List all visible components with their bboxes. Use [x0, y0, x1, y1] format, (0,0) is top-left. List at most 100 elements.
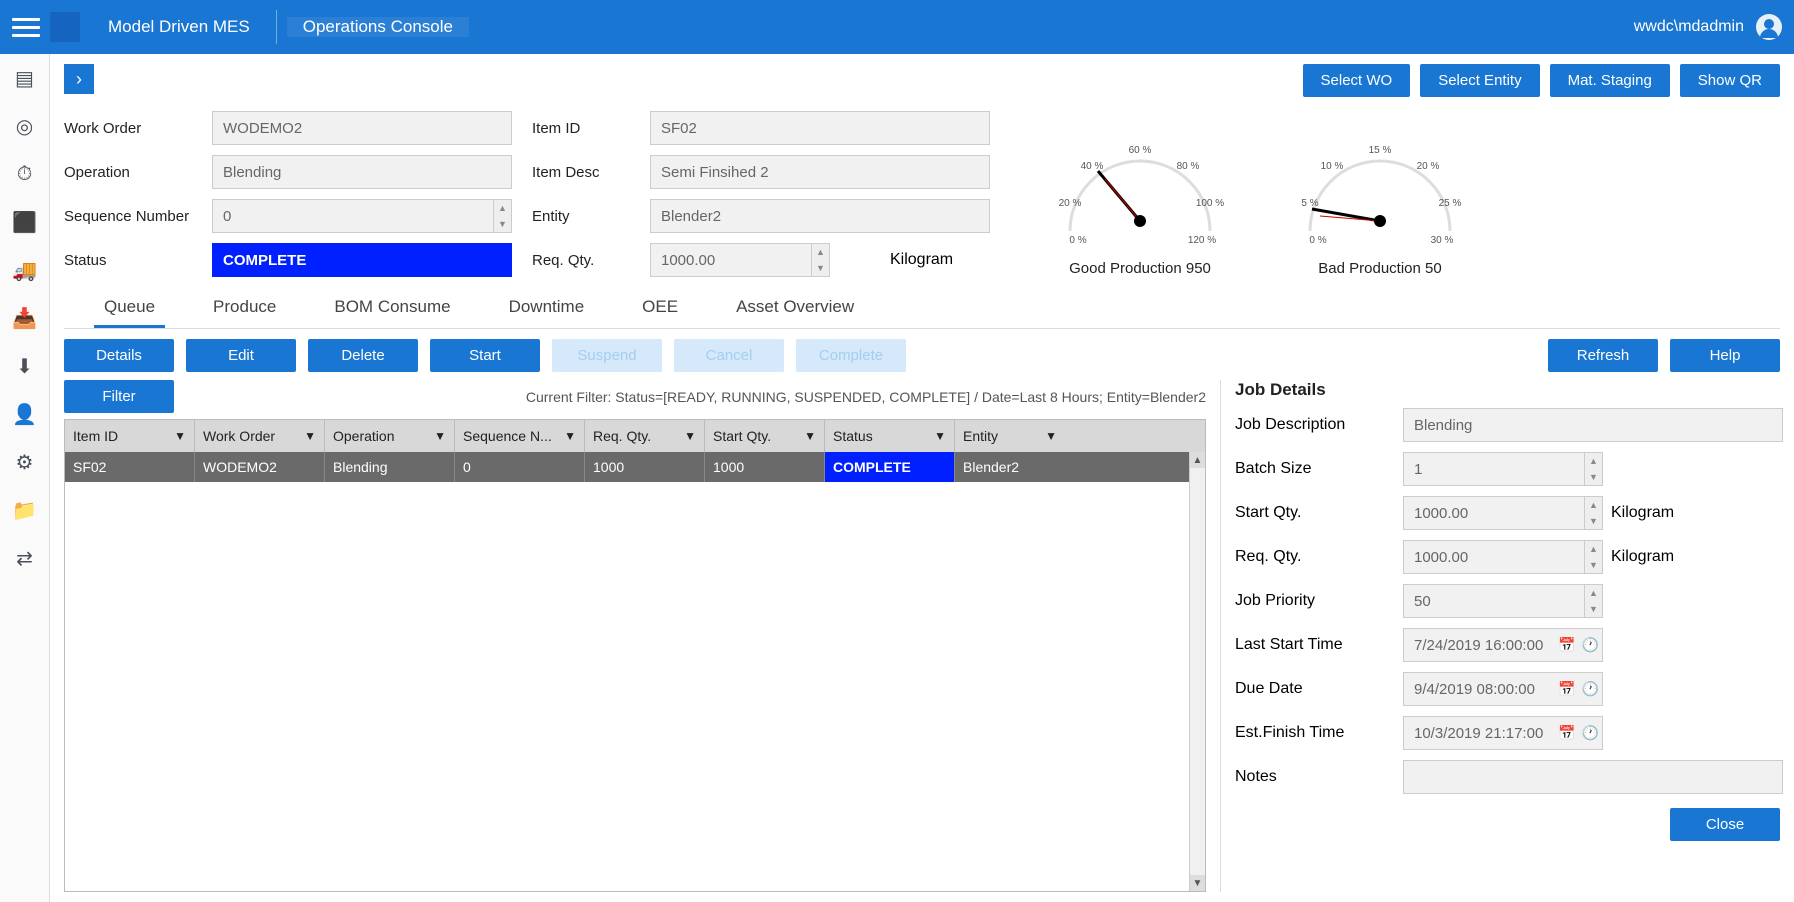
up-icon[interactable]: ▲ [1584, 541, 1602, 557]
scroll-up-icon[interactable]: ▲ [1190, 452, 1205, 468]
tab-queue[interactable]: Queue [94, 289, 165, 328]
svg-text:60 %: 60 % [1129, 145, 1152, 156]
rail-receive-icon[interactable]: 📥 [13, 306, 37, 330]
status-label: Status [64, 252, 204, 269]
rail-flow-icon[interactable]: ⇄ [13, 546, 37, 570]
work-order-input[interactable] [212, 111, 512, 145]
clock-icon[interactable]: 🕐 [1582, 637, 1599, 654]
job-desc-input[interactable] [1403, 408, 1783, 442]
rail-target-icon[interactable]: ◎ [13, 114, 37, 138]
select-entity-button[interactable]: Select Entity [1420, 64, 1539, 97]
down-icon[interactable]: ▼ [1584, 601, 1602, 617]
user-icon[interactable] [1756, 14, 1782, 40]
delete-button[interactable]: Delete [308, 339, 418, 372]
tab-bom[interactable]: BOM Consume [324, 289, 460, 328]
cell-start-qty: 1000 [705, 452, 825, 482]
start-button[interactable]: Start [430, 339, 540, 372]
edit-button[interactable]: Edit [186, 339, 296, 372]
filter-icon[interactable]: ▼ [564, 429, 576, 443]
cell-item-id: SF02 [65, 452, 195, 482]
close-button[interactable]: Close [1670, 808, 1780, 841]
tab-downtime[interactable]: Downtime [499, 289, 595, 328]
cell-work-order: WODEMO2 [195, 452, 325, 482]
item-desc-input[interactable] [650, 155, 990, 189]
rail-download-icon[interactable]: ⬇ [13, 354, 37, 378]
details-button[interactable]: Details [64, 339, 174, 372]
divider [276, 10, 277, 44]
cancel-button: Cancel [674, 339, 784, 372]
entity-input[interactable] [650, 199, 990, 233]
cell-operation: Blending [325, 452, 455, 482]
job-desc-label: Job Description [1235, 416, 1395, 434]
select-wo-button[interactable]: Select WO [1303, 64, 1411, 97]
rail-people-icon[interactable]: 👤 [13, 402, 37, 426]
clock-icon[interactable]: 🕐 [1582, 681, 1599, 698]
up-icon[interactable]: ▲ [1584, 585, 1602, 601]
filter-button[interactable]: Filter [64, 380, 174, 413]
qty-down-icon[interactable]: ▼ [811, 260, 829, 276]
batch-input[interactable] [1403, 452, 1603, 486]
svg-text:20 %: 20 % [1059, 198, 1082, 209]
up-icon[interactable]: ▲ [1584, 453, 1602, 469]
col-start-qty[interactable]: Start Qty. [713, 428, 771, 444]
svg-text:15 %: 15 % [1369, 145, 1392, 156]
calendar-icon[interactable]: 📅 [1558, 637, 1575, 654]
expand-arrow-button[interactable]: › [64, 64, 94, 94]
col-operation[interactable]: Operation [333, 428, 394, 444]
console-title[interactable]: Operations Console [287, 17, 469, 37]
down-icon[interactable]: ▼ [1584, 557, 1602, 573]
calendar-icon[interactable]: 📅 [1558, 681, 1575, 698]
tab-oee[interactable]: OEE [632, 289, 688, 328]
filter-icon[interactable]: ▼ [174, 429, 186, 443]
bad-production-gauge: 0 %5 %10 % 15 %20 %25 %30 % Bad Producti… [1290, 111, 1470, 277]
qty-up-icon[interactable]: ▲ [811, 244, 829, 260]
filter-icon[interactable]: ▼ [1045, 429, 1057, 443]
seq-down-icon[interactable]: ▼ [493, 216, 511, 232]
col-entity[interactable]: Entity [963, 428, 998, 444]
work-order-label: Work Order [64, 120, 204, 137]
col-req-qty[interactable]: Req. Qty. [593, 428, 651, 444]
start-qty-input[interactable] [1403, 496, 1603, 530]
clock-icon[interactable]: 🕐 [1582, 725, 1599, 742]
rail-org-icon[interactable]: ⬛ [13, 210, 37, 234]
col-seq[interactable]: Sequence N... [463, 428, 552, 444]
filter-icon[interactable]: ▼ [934, 429, 946, 443]
seq-up-icon[interactable]: ▲ [493, 200, 511, 216]
col-work-order[interactable]: Work Order [203, 428, 275, 444]
notes-input[interactable] [1403, 760, 1783, 794]
filter-icon[interactable]: ▼ [804, 429, 816, 443]
rail-gauge-icon[interactable]: ⏱ [13, 162, 37, 186]
app-logo [50, 12, 80, 42]
show-qr-button[interactable]: Show QR [1680, 64, 1780, 97]
seq-input[interactable] [212, 199, 512, 233]
item-id-input[interactable] [650, 111, 990, 145]
col-item-id[interactable]: Item ID [73, 428, 118, 444]
scroll-down-icon[interactable]: ▼ [1190, 875, 1205, 891]
col-status[interactable]: Status [833, 428, 873, 444]
up-icon[interactable]: ▲ [1584, 497, 1602, 513]
filter-icon[interactable]: ▼ [684, 429, 696, 443]
hamburger-icon[interactable] [12, 13, 40, 41]
svg-text:120 %: 120 % [1188, 235, 1216, 246]
rail-gear-icon[interactable]: ⚙ [13, 450, 37, 474]
tab-produce[interactable]: Produce [203, 289, 286, 328]
filter-icon[interactable]: ▼ [434, 429, 446, 443]
filter-icon[interactable]: ▼ [304, 429, 316, 443]
help-button[interactable]: Help [1670, 339, 1780, 372]
dp-req-qty-input[interactable] [1403, 540, 1603, 574]
calendar-icon[interactable]: 📅 [1558, 725, 1575, 742]
req-qty-input[interactable] [650, 243, 830, 277]
mat-staging-button[interactable]: Mat. Staging [1550, 64, 1670, 97]
table-row[interactable]: SF02 WODEMO2 Blending 0 1000 1000 COMPLE… [65, 452, 1205, 482]
tab-asset[interactable]: Asset Overview [726, 289, 864, 328]
operation-input[interactable] [212, 155, 512, 189]
priority-input[interactable] [1403, 584, 1603, 618]
user-label: wwdc\mdadmin [1634, 18, 1744, 36]
rail-folder-icon[interactable]: 📁 [13, 498, 37, 522]
rail-ship-icon[interactable]: 🚚 [13, 258, 37, 282]
down-icon[interactable]: ▼ [1584, 513, 1602, 529]
rail-list-icon[interactable]: ▤ [13, 66, 37, 90]
refresh-button[interactable]: Refresh [1548, 339, 1658, 372]
scrollbar[interactable]: ▲ ▼ [1189, 452, 1205, 891]
down-icon[interactable]: ▼ [1584, 469, 1602, 485]
